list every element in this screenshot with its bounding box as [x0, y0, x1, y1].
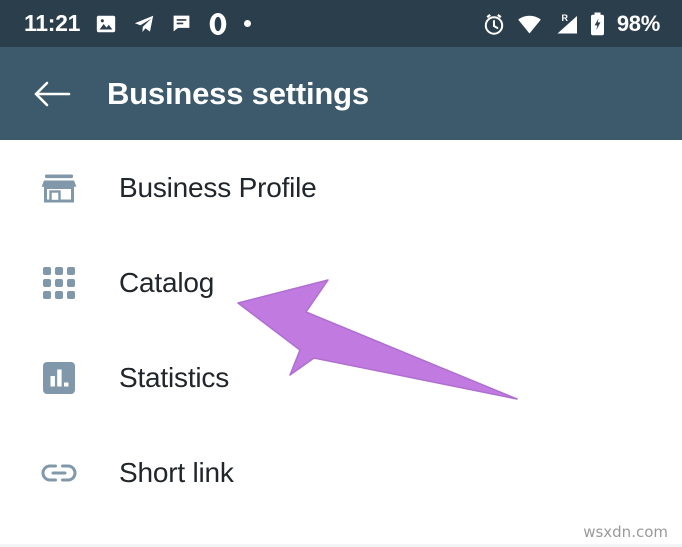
- list-item-label: Statistics: [119, 361, 230, 393]
- list-item-label: Catalog: [119, 266, 215, 298]
- list-item-label: Short link: [119, 456, 234, 488]
- roaming-signal-icon: R: [553, 13, 579, 35]
- dot-icon: [244, 20, 252, 27]
- store-icon: [38, 167, 80, 209]
- grid-icon: [38, 262, 80, 304]
- svg-text:R: R: [561, 13, 568, 23]
- status-bar: 11:21 R 98%: [0, 0, 682, 47]
- list-item-catalog[interactable]: Catalog: [0, 235, 682, 330]
- message-icon: [171, 13, 192, 34]
- list-item-business-profile[interactable]: Business Profile: [0, 140, 682, 235]
- bar-chart-icon: [38, 357, 80, 399]
- telegram-icon: [132, 13, 156, 35]
- status-bar-right: R 98%: [482, 12, 660, 36]
- status-bar-left: 11:21: [24, 12, 482, 36]
- status-clock: 11:21: [24, 10, 81, 36]
- opera-icon: [207, 12, 229, 36]
- watermark: wsxdn.com: [583, 523, 668, 541]
- list-item-short-link[interactable]: Short link: [0, 425, 682, 520]
- app-bar: Business settings: [0, 47, 682, 140]
- back-arrow-icon[interactable]: [30, 72, 74, 116]
- settings-list-container: Business Profile Catalog Statistics Shor…: [0, 140, 682, 547]
- alarm-icon: [482, 12, 506, 36]
- wifi-icon: [517, 13, 542, 35]
- list-item-label: Business Profile: [119, 171, 317, 203]
- link-icon: [38, 452, 80, 494]
- photo-icon: [95, 13, 117, 35]
- battery-percent-label: 98%: [616, 10, 660, 36]
- list-item-statistics[interactable]: Statistics: [0, 330, 682, 425]
- page-title: Business settings: [107, 75, 369, 111]
- settings-list: Business Profile Catalog Statistics Shor…: [0, 140, 682, 520]
- battery-charging-icon: [590, 12, 605, 36]
